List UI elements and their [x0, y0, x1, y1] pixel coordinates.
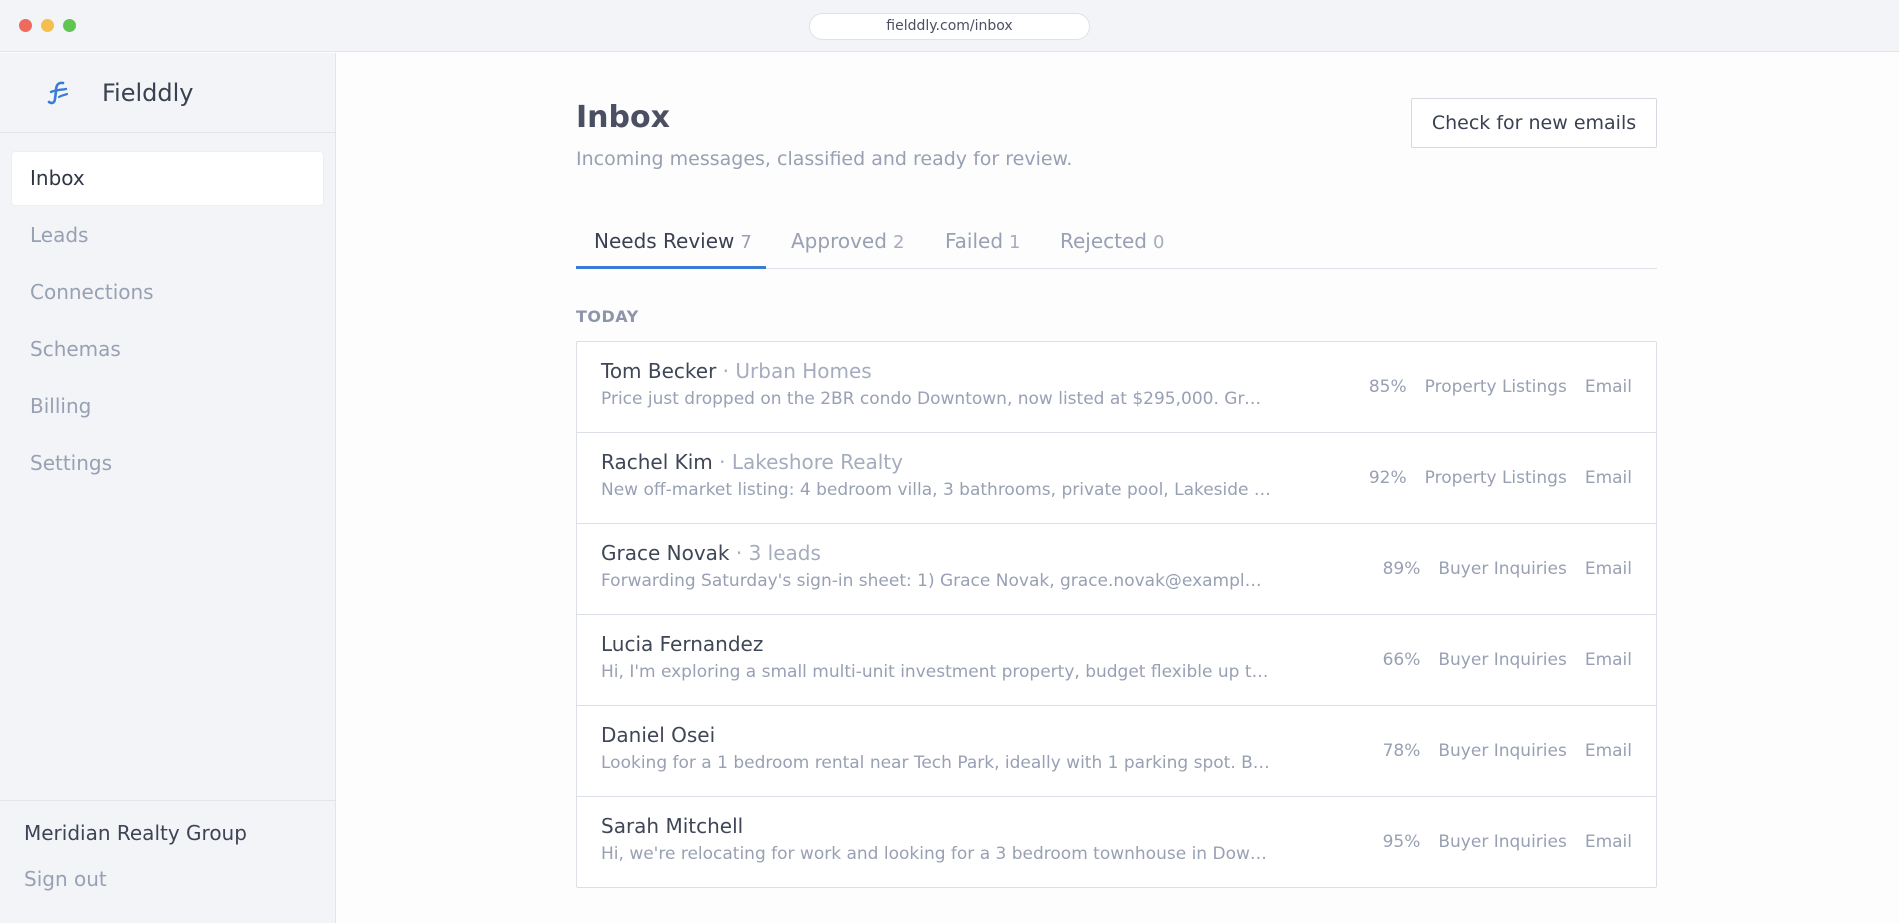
brand-name: Fielddly [102, 79, 194, 107]
tab-label: Rejected [1060, 229, 1148, 253]
category-label: Property Listings [1424, 377, 1567, 397]
message-preview: Hi, I'm exploring a small multi-unit inv… [601, 662, 1271, 682]
channel-label: Email [1584, 741, 1632, 761]
message-header: Tom Becker · Urban Homes [601, 359, 872, 383]
status-tabs: Needs Review 7 Approved 2 Failed 1 Rejected… [576, 217, 1657, 269]
message-row[interactable]: Tom Becker · Urban Homes Price just drop… [577, 342, 1656, 433]
message-row[interactable]: Lucia Fernandez Hi, I'm exploring a smal… [577, 615, 1656, 706]
confidence-score: 92% [1368, 468, 1407, 488]
message-header: Grace Novak · 3 leads [601, 541, 821, 565]
message-row[interactable]: Sarah Mitchell Hi, we're relocating for … [577, 797, 1656, 887]
message-header: Sarah Mitchell [601, 814, 743, 838]
sidebar-item-billing[interactable]: Billing [12, 380, 323, 433]
message-company: 3 leads [748, 541, 821, 565]
message-preview: New off-market listing: 4 bedroom villa,… [601, 480, 1271, 500]
tab-label: Failed [945, 229, 1004, 253]
confidence-score: 95% [1382, 832, 1421, 852]
tab-label: Approved [791, 229, 887, 253]
tab-count: 7 [740, 232, 752, 253]
tab-approved[interactable]: Approved 2 [791, 217, 904, 269]
message-list: Tom Becker · Urban Homes Price just drop… [576, 341, 1657, 888]
sidebar: Fielddly Inbox Leads Connections Schemas… [0, 53, 336, 923]
sign-out-link[interactable]: Sign out [24, 867, 107, 891]
brand-header: Fielddly [0, 53, 335, 133]
sidebar-item-inbox[interactable]: Inbox [12, 152, 323, 205]
message-meta: 85% Property Listings Email [1369, 377, 1632, 397]
message-separator: · [712, 450, 732, 474]
tab-failed[interactable]: Failed 1 [945, 217, 1021, 269]
page-title: Inbox [576, 100, 670, 135]
message-preview: Looking for a 1 bedroom rental near Tech… [601, 753, 1271, 773]
message-row[interactable]: Rachel Kim · Lakeshore Realty New off-ma… [577, 433, 1656, 524]
message-header: Daniel Osei [601, 723, 715, 747]
tab-needs-review[interactable]: Needs Review 7 [576, 217, 766, 269]
tab-rejected[interactable]: Rejected 0 [1060, 217, 1164, 269]
sidebar-nav: Inbox Leads Connections Schemas Billing … [12, 152, 323, 494]
message-preview: Forwarding Saturday's sign-in sheet: 1) … [601, 571, 1271, 591]
message-header: Rachel Kim · Lakeshore Realty [601, 450, 903, 474]
message-sender: Daniel Osei [601, 723, 716, 747]
main-content: Inbox Incoming messages, classified and … [337, 53, 1899, 923]
minimize-window-icon[interactable] [41, 19, 54, 32]
confidence-score: 78% [1382, 741, 1421, 761]
tab-label: Needs Review [594, 229, 735, 253]
browser-chrome: fielddly.com/inbox [0, 0, 1899, 52]
message-company: Urban Homes [735, 359, 872, 383]
category-label: Buyer Inquiries [1438, 741, 1567, 761]
message-sender: Rachel Kim [601, 450, 713, 474]
message-sender: Sarah Mitchell [601, 814, 744, 838]
message-sender: Tom Becker [601, 359, 717, 383]
confidence-score: 66% [1382, 650, 1421, 670]
channel-label: Email [1584, 650, 1632, 670]
tab-count: 0 [1153, 232, 1165, 253]
channel-label: Email [1584, 832, 1632, 852]
check-new-emails-button[interactable]: Check for new emails [1411, 98, 1657, 148]
message-meta: 66% Buyer Inquiries Email [1383, 650, 1632, 670]
sidebar-item-leads[interactable]: Leads [12, 209, 323, 262]
category-label: Buyer Inquiries [1438, 559, 1567, 579]
address-bar[interactable]: fielddly.com/inbox [809, 13, 1090, 40]
message-meta: 95% Buyer Inquiries Email [1383, 832, 1632, 852]
category-label: Buyer Inquiries [1438, 650, 1567, 670]
message-meta: 78% Buyer Inquiries Email [1383, 741, 1632, 761]
section-label-today: TODAY [576, 307, 639, 326]
sidebar-item-schemas[interactable]: Schemas [12, 323, 323, 376]
channel-label: Email [1584, 377, 1632, 397]
message-sender: Grace Novak [601, 541, 730, 565]
message-preview: Price just dropped on the 2BR condo Down… [601, 389, 1271, 409]
message-header: Lucia Fernandez [601, 632, 763, 656]
tab-count: 2 [892, 232, 905, 253]
confidence-score: 89% [1382, 559, 1421, 579]
message-preview: Hi, we're relocating for work and lookin… [601, 844, 1271, 864]
close-window-icon[interactable] [19, 19, 32, 32]
category-label: Property Listings [1424, 468, 1567, 488]
message-row[interactable]: Daniel Osei Looking for a 1 bedroom rent… [577, 706, 1656, 797]
tab-count: 1 [1009, 232, 1021, 253]
confidence-score: 85% [1368, 377, 1407, 397]
message-separator: · [729, 541, 749, 565]
sidebar-item-connections[interactable]: Connections [12, 266, 323, 319]
message-sender: Lucia Fernandez [601, 632, 764, 656]
sidebar-footer: Meridian Realty Group Sign out [0, 800, 335, 891]
sidebar-item-settings[interactable]: Settings [12, 437, 323, 490]
message-company: Lakeshore Realty [731, 450, 903, 474]
maximize-window-icon[interactable] [63, 19, 76, 32]
page-subtitle: Incoming messages, classified and ready … [576, 148, 1073, 170]
message-row[interactable]: Grace Novak · 3 leads Forwarding Saturda… [577, 524, 1656, 615]
channel-label: Email [1584, 559, 1632, 579]
message-separator: · [716, 359, 736, 383]
category-label: Buyer Inquiries [1438, 832, 1567, 852]
org-name: Meridian Realty Group [24, 821, 247, 845]
script-f-logo-icon [47, 81, 69, 105]
message-meta: 92% Property Listings Email [1369, 468, 1632, 488]
message-meta: 89% Buyer Inquiries Email [1383, 559, 1632, 579]
channel-label: Email [1584, 468, 1632, 488]
